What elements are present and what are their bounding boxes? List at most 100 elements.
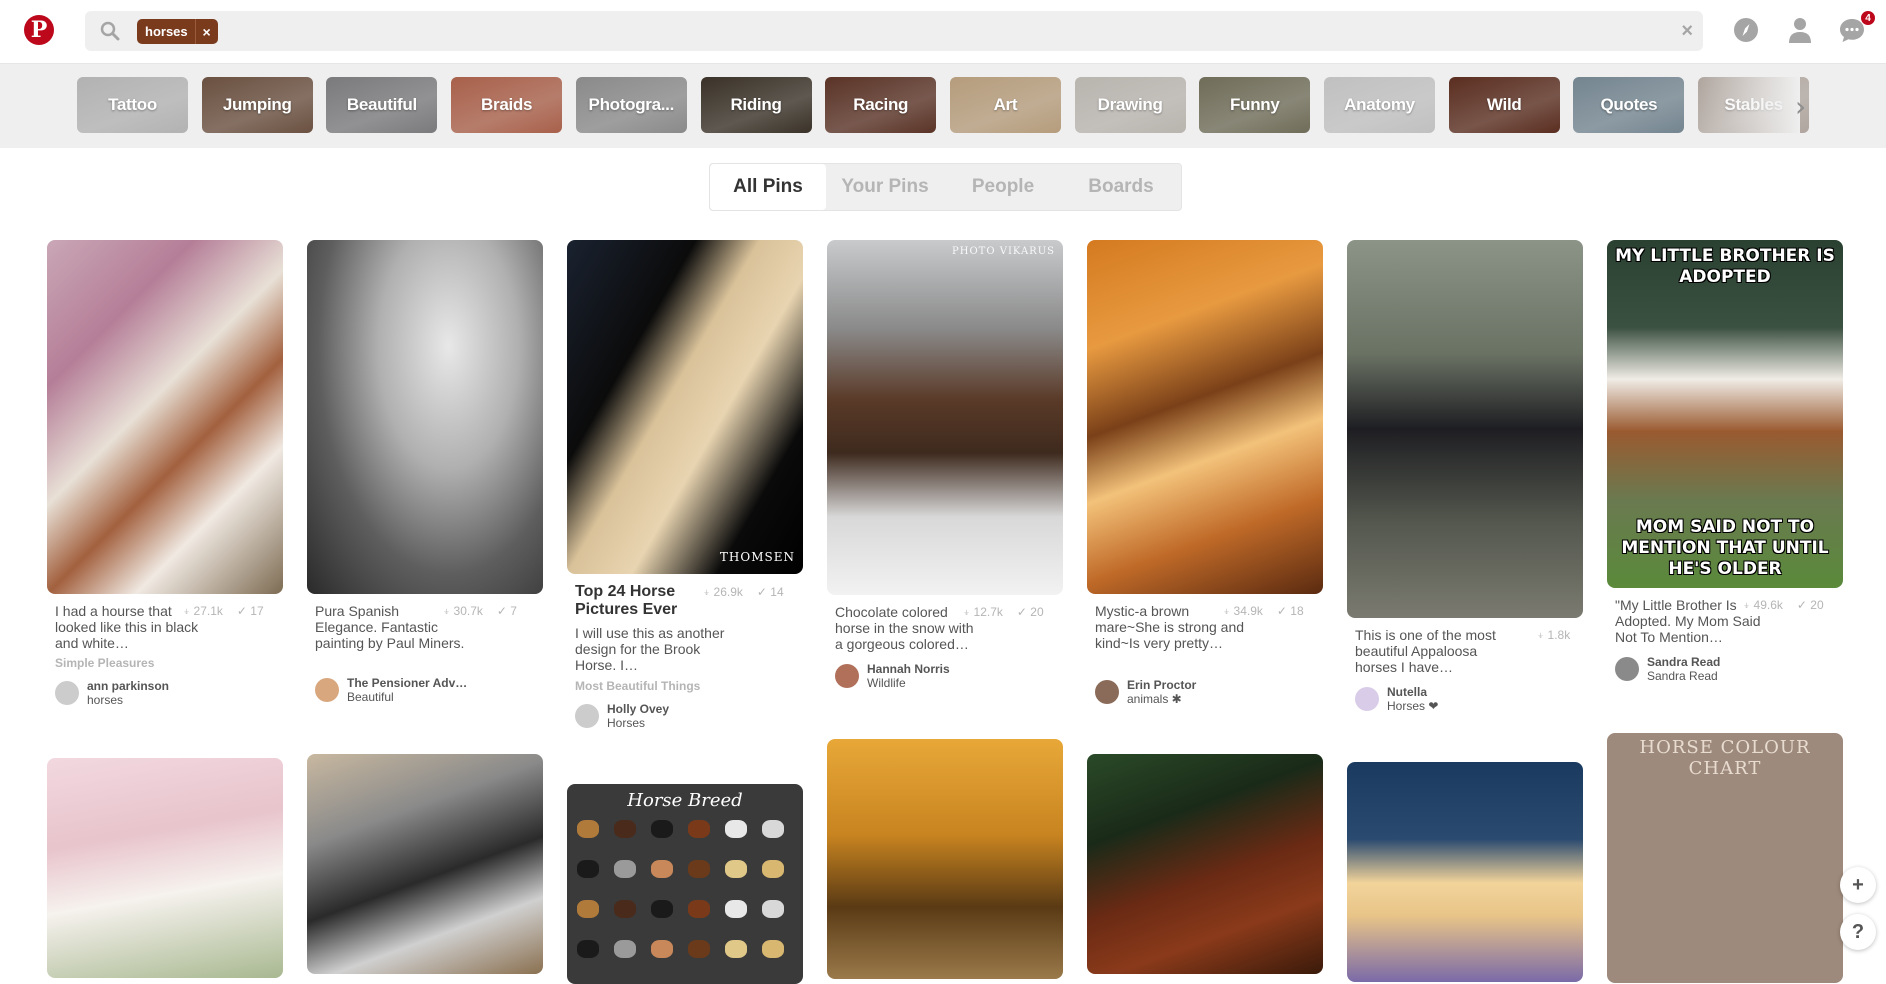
pin-user[interactable]: Hannah Norris Wildlife: [835, 661, 950, 691]
pin-image[interactable]: [1087, 240, 1323, 594]
tab-all-pins[interactable]: All Pins: [710, 164, 826, 210]
guide-jumping[interactable]: Jumping: [201, 77, 313, 133]
pin-image[interactable]: [307, 754, 543, 974]
user-board: Wildlife: [867, 676, 906, 690]
breed-illustration: [762, 900, 784, 918]
pin-image[interactable]: PHOTO VIKARUS: [827, 240, 1063, 595]
guide-stables[interactable]: Stables: [1698, 77, 1810, 133]
top-header: P horses × × 4: [0, 0, 1886, 64]
breed-illustration: [688, 860, 710, 878]
pin-user[interactable]: Erin Proctor animals ✱: [1095, 677, 1196, 707]
guide-funny[interactable]: Funny: [1199, 77, 1311, 133]
pin-image[interactable]: MY LITTLE BROTHER IS ADOPTED MOM SAID NO…: [1607, 240, 1843, 588]
search-chip: horses ×: [137, 19, 218, 44]
breed-illustration: [725, 820, 747, 838]
guide-art[interactable]: Art: [949, 77, 1061, 133]
breed-illustration: [577, 900, 599, 918]
pin-user[interactable]: Nutella Horses ❤: [1355, 684, 1438, 714]
pin-image[interactable]: Horse Breed: [567, 784, 803, 984]
pin-user[interactable]: Sandra Read Sandra Read: [1615, 654, 1720, 684]
repin-count: ⍖ 49.6k: [1743, 598, 1783, 612]
guide-photogra[interactable]: Photogra...: [575, 77, 687, 133]
user-board: animals ✱: [1127, 692, 1182, 706]
pin-image[interactable]: [47, 240, 283, 594]
breed-illustration: [577, 820, 599, 838]
guide-racing[interactable]: Racing: [825, 77, 937, 133]
guide-quotes[interactable]: Quotes: [1573, 77, 1685, 133]
notification-badge: 4: [1860, 10, 1876, 26]
guide-drawing[interactable]: Drawing: [1074, 77, 1186, 133]
pin-board-link[interactable]: Simple Pleasures: [55, 656, 154, 670]
pin-stats: ⍖ 34.9k ✓ 18: [1223, 604, 1304, 619]
search-bar[interactable]: horses × ×: [85, 11, 1703, 51]
pin-image[interactable]: THOMSEN: [567, 240, 803, 574]
image-overlay-title: Horse Breed: [627, 790, 743, 811]
search-guides-bar: Tattoo Jumping Beautiful Braids Photogra... R…: [0, 64, 1886, 148]
user-name: ann parkinson: [87, 679, 170, 693]
guide-riding[interactable]: Riding: [700, 77, 812, 133]
pinterest-logo[interactable]: P: [24, 15, 54, 45]
image-overlay-title: HORSE COLOUR CHART: [1639, 737, 1811, 779]
like-count: ✓ 14: [756, 585, 784, 599]
like-count: ✓ 7: [496, 604, 517, 618]
pin-stats: ⍖ 30.7k ✓ 7: [443, 604, 517, 619]
pin-stats: ⍖ 1.8k: [1537, 628, 1570, 643]
breed-illustration: [614, 820, 636, 838]
pin-board-link[interactable]: Most Beautiful Things: [575, 679, 700, 693]
user-board: Horses: [607, 716, 646, 730]
user-name: The Pensioner Adv…: [347, 676, 468, 690]
pin-image[interactable]: HORSE COLOUR CHART: [1607, 733, 1843, 983]
breed-illustration: [651, 900, 673, 918]
breed-illustration: [651, 860, 673, 878]
image-watermark: THOMSEN: [719, 550, 795, 564]
user-name: Erin Proctor: [1127, 678, 1197, 692]
user-board: Sandra Read: [1647, 669, 1718, 683]
pin-image[interactable]: [307, 240, 543, 594]
like-count: ✓ 18: [1276, 604, 1304, 618]
meme-bottom-text: MOM SAID NOT TO MENTION THAT UNTIL HE'S …: [1621, 517, 1829, 579]
user-board: Beautiful: [347, 690, 394, 704]
pin-image[interactable]: [827, 739, 1063, 979]
guide-anatomy[interactable]: Anatomy: [1324, 77, 1435, 133]
pin-image[interactable]: [47, 758, 283, 978]
search-icon: [100, 21, 120, 41]
breed-illustration: [688, 940, 710, 958]
pin-image[interactable]: [1347, 762, 1583, 982]
avatar: [1355, 687, 1379, 711]
help-button[interactable]: ?: [1840, 914, 1876, 950]
pin-user[interactable]: ann parkinson horses: [55, 678, 169, 708]
search-chip-label: horses: [137, 19, 196, 44]
repin-count: ⍖ 12.7k: [963, 605, 1003, 619]
pin-image[interactable]: [1347, 240, 1583, 618]
image-watermark: PHOTO VIKARUS: [952, 246, 1055, 257]
search-scope-tabs: All Pins Your Pins People Boards: [709, 163, 1182, 211]
remove-chip-button[interactable]: ×: [196, 24, 218, 40]
breed-illustration: [688, 820, 710, 838]
user-name: Sandra Read: [1647, 655, 1721, 669]
breed-illustration: [762, 860, 784, 878]
breed-illustration: [651, 820, 673, 838]
add-pin-button[interactable]: +: [1840, 867, 1876, 903]
tab-your-pins[interactable]: Your Pins: [826, 164, 944, 210]
pin-user[interactable]: Holly Ovey Horses: [575, 701, 669, 731]
breed-illustration: [651, 940, 673, 958]
breed-illustration: [762, 940, 784, 958]
tab-boards[interactable]: Boards: [1062, 164, 1180, 210]
like-count: ✓ 20: [1796, 598, 1824, 612]
pin-user[interactable]: The Pensioner Adv… Beautiful: [315, 675, 467, 705]
pin-stats: ⍖ 27.1k ✓ 17: [183, 604, 264, 619]
clear-search-button[interactable]: ×: [1681, 20, 1693, 43]
pin-image[interactable]: [1087, 754, 1323, 974]
like-count: ✓ 17: [236, 604, 264, 618]
compass-icon[interactable]: [1732, 16, 1760, 44]
guide-wild[interactable]: Wild: [1448, 77, 1560, 133]
profile-icon[interactable]: [1786, 16, 1814, 44]
tab-people[interactable]: People: [944, 164, 1062, 210]
breed-illustration: [725, 860, 747, 878]
guide-tattoo[interactable]: Tattoo: [77, 77, 188, 133]
guide-braids[interactable]: Braids: [451, 77, 563, 133]
guides-next-arrow[interactable]: ›: [1795, 90, 1806, 123]
user-board: Horses ❤: [1387, 699, 1439, 713]
repin-count: ⍖ 27.1k: [183, 604, 223, 618]
guide-beautiful[interactable]: Beautiful: [326, 77, 438, 133]
